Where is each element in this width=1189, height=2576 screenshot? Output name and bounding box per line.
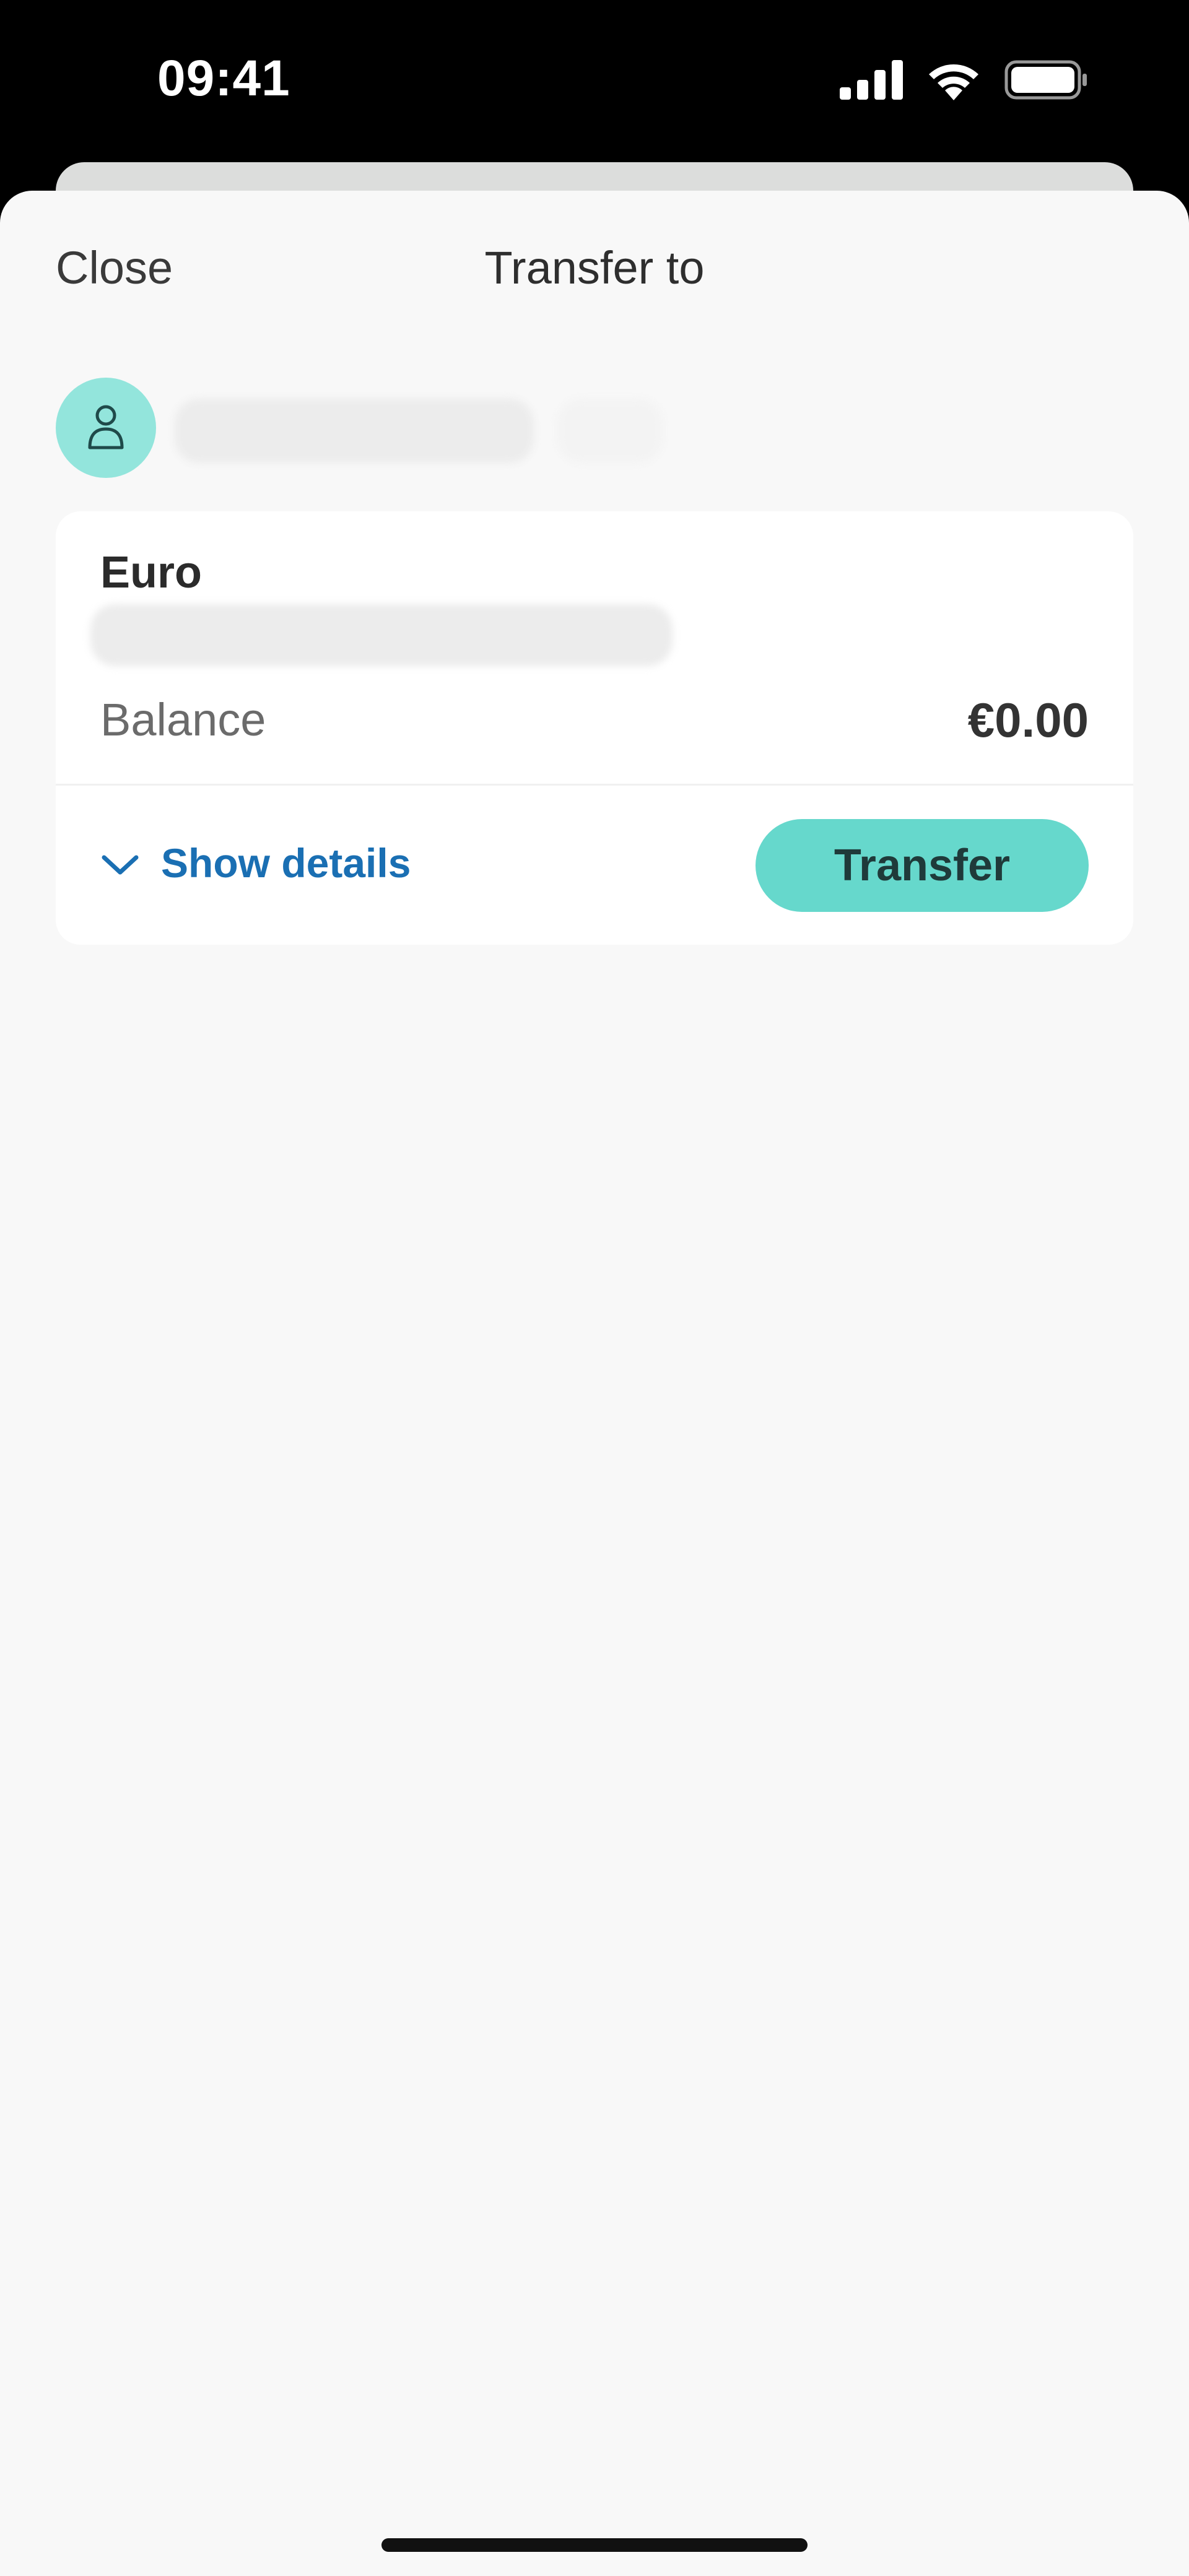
card-divider (56, 784, 1133, 786)
status-bar: 09:41 (0, 0, 1189, 186)
recipient-name-redacted (175, 399, 534, 463)
chevron-down-icon (100, 839, 140, 887)
show-details-label: Show details (161, 840, 411, 886)
cellular-signal-icon (840, 60, 903, 100)
home-indicator (381, 2538, 808, 2552)
wifi-icon (925, 59, 982, 100)
account-card: Euro Balance €0.00 Show details Transfer (56, 511, 1133, 945)
status-time: 09:41 (157, 50, 290, 106)
balance-value: €0.00 (967, 693, 1089, 747)
close-button[interactable]: Close (56, 241, 173, 294)
page-title: Transfer to (484, 242, 705, 293)
status-icons (840, 58, 1087, 102)
avatar (56, 378, 156, 478)
battery-icon (1004, 60, 1087, 100)
recipient-detail-redacted (557, 399, 663, 463)
transfer-button[interactable]: Transfer (756, 819, 1089, 912)
account-number-redacted (90, 604, 673, 666)
balance-label: Balance (100, 694, 266, 745)
person-icon (86, 402, 126, 454)
show-details-link[interactable]: Show details (100, 839, 411, 887)
currency-name: Euro (100, 548, 203, 597)
